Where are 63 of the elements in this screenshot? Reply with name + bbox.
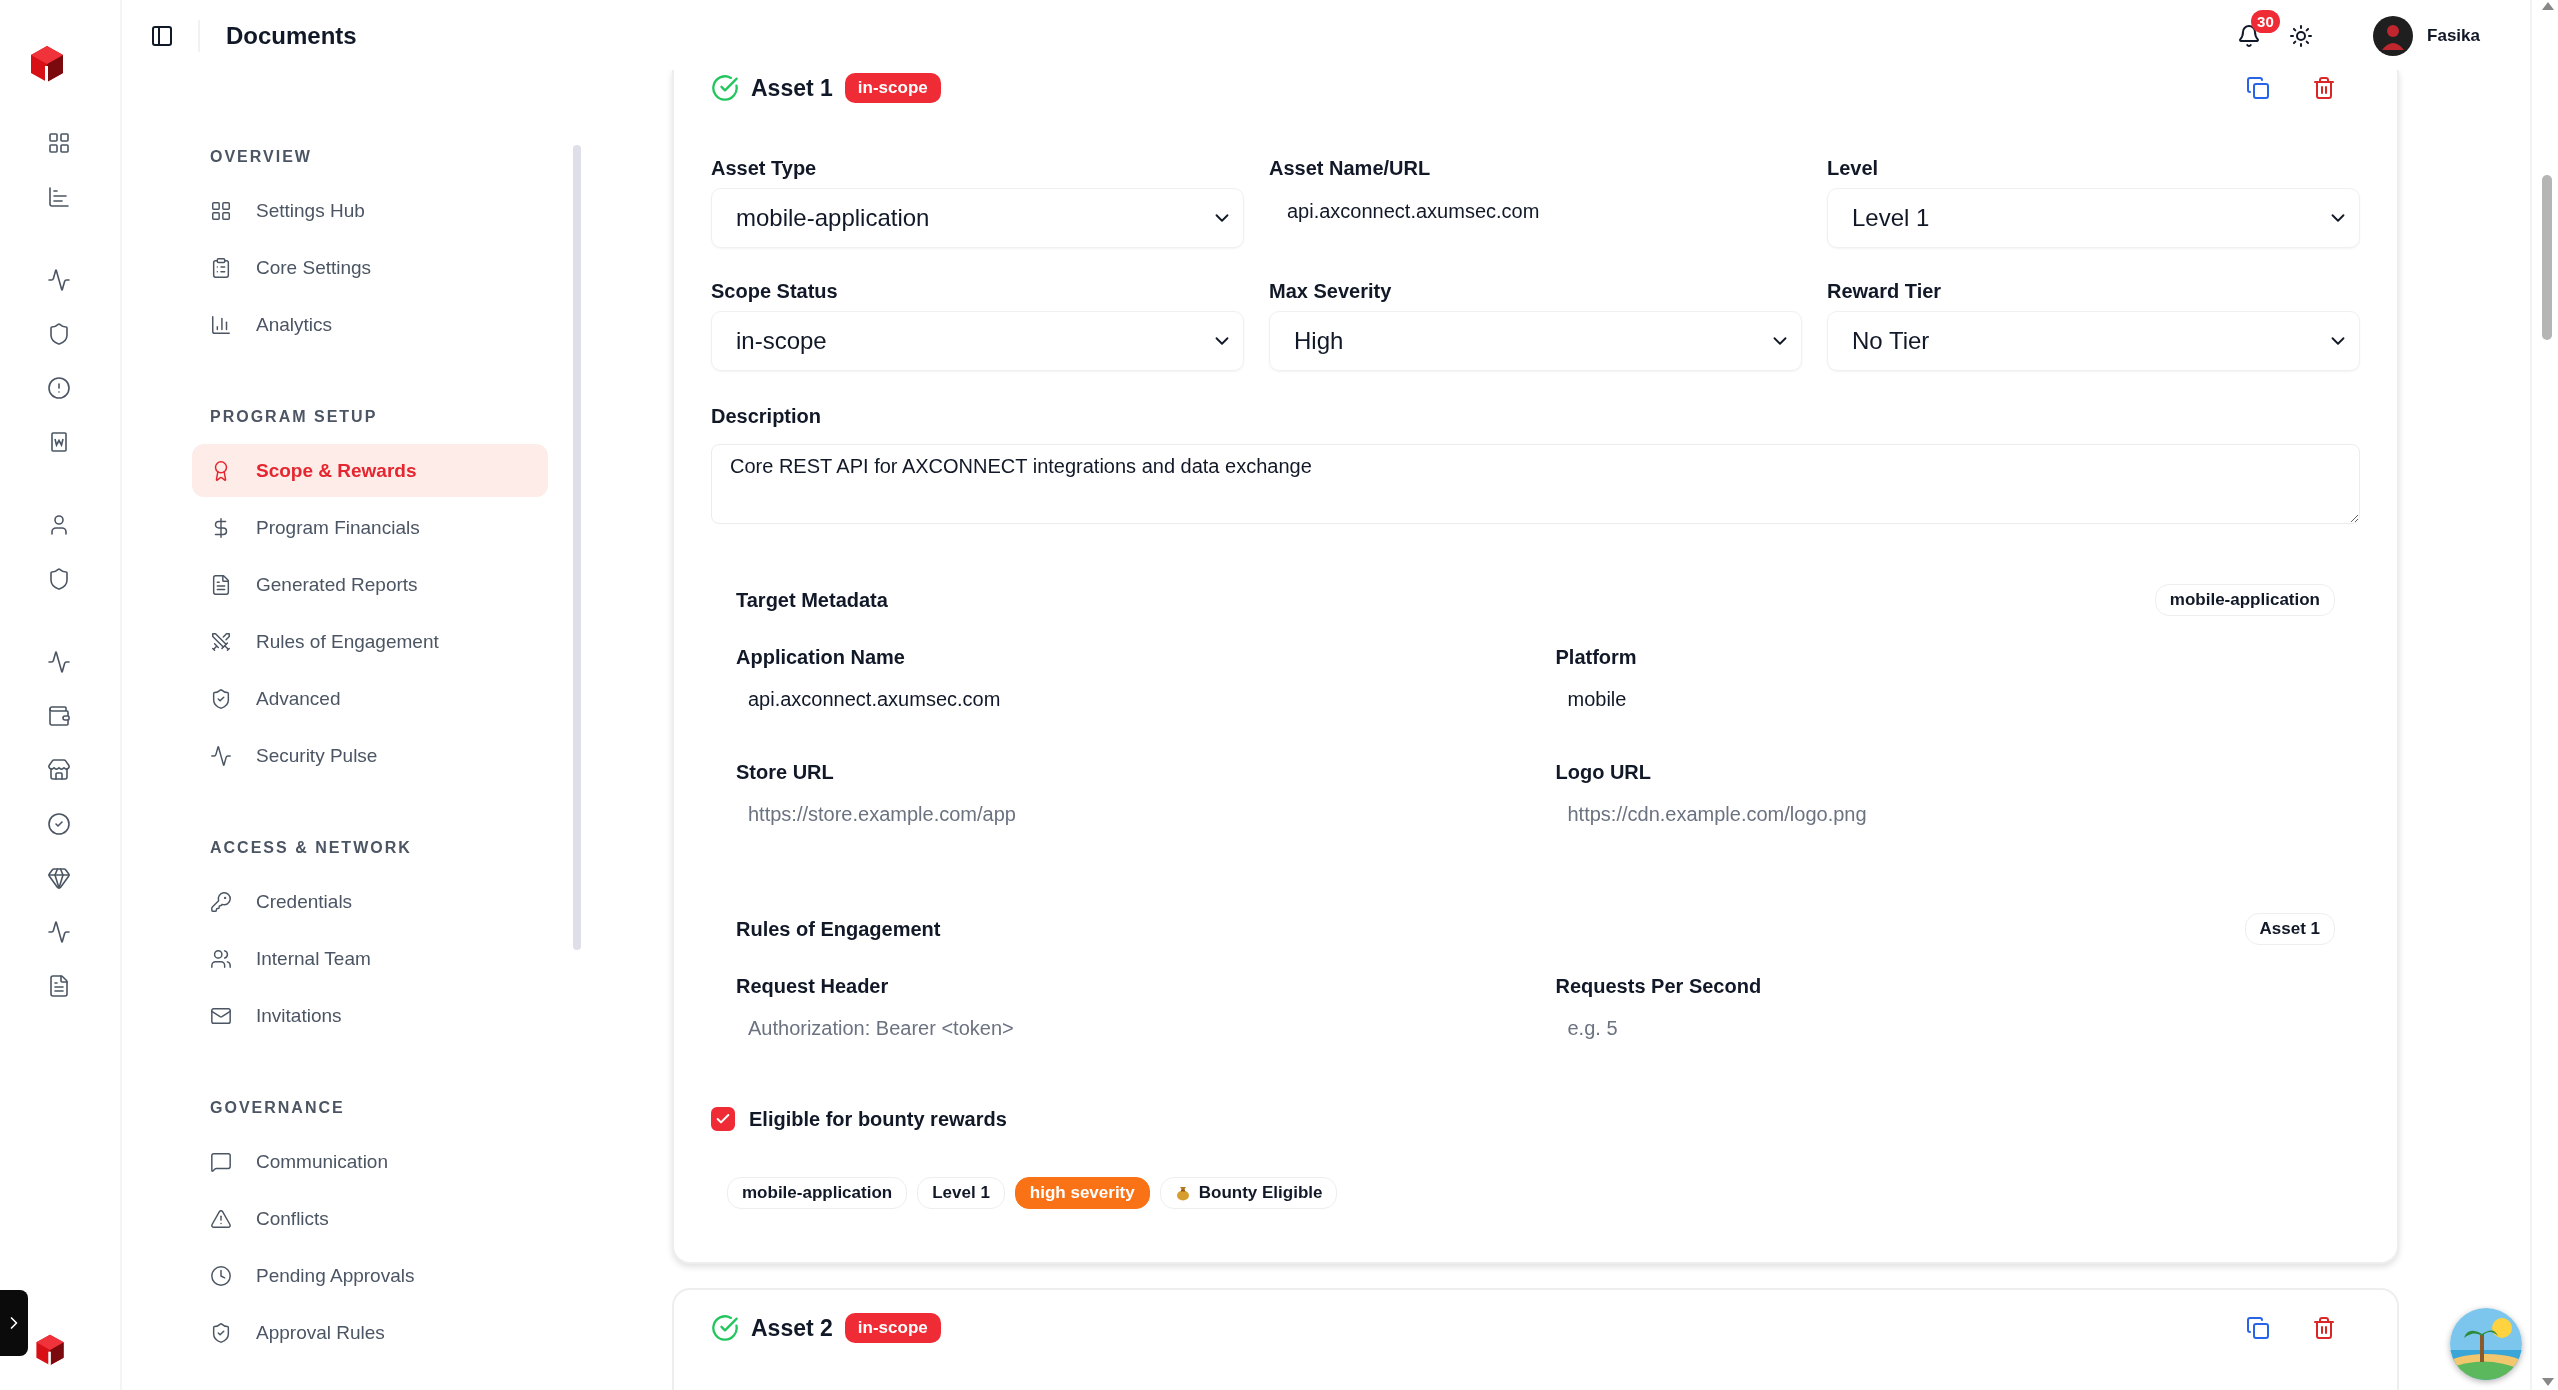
field-label: Request Header <box>736 975 890 998</box>
asset-title: Asset 1 <box>751 74 833 102</box>
sidebar-item[interactable]: Generated Reports <box>192 558 548 611</box>
text-field[interactable]: mobile <box>1555 677 2335 722</box>
user-name: Fasika <box>2427 26 2480 46</box>
field-label: Platform <box>1555 646 1638 669</box>
sidebar-item[interactable]: Pending Approvals <box>192 1249 548 1302</box>
tag: Bounty Eligible <box>1159 1177 1338 1209</box>
notifications-button[interactable]: 30 <box>2233 8 2284 52</box>
field-label: Reward Tier <box>1827 280 1943 303</box>
tag: Level 1 <box>917 1177 1005 1209</box>
page-title: Documents <box>226 22 357 50</box>
field-label: Asset Type <box>711 157 818 180</box>
checkbox-label: Eligible for bounty rewards <box>749 1107 1007 1131</box>
tag: mobile-application <box>727 1177 908 1209</box>
sidebar-item[interactable]: Program Financials <box>192 501 548 554</box>
field-label: Max Severity <box>1269 280 1393 303</box>
field-label: Store URL <box>736 761 835 784</box>
text-field[interactable]: e.g. 5 <box>1555 1006 2335 1051</box>
section-title: Rules of Engagement <box>736 917 941 941</box>
select-field[interactable]: No Tier <box>1827 311 2360 371</box>
field-label: Scope Status <box>711 280 839 303</box>
sidebar-item[interactable]: Scope & Rewards <box>192 444 548 497</box>
sidebar-item[interactable]: Security Pulse <box>192 729 548 782</box>
section-heading: OVERVIEW <box>209 147 313 167</box>
select-field[interactable]: mobile-application <box>711 188 1244 248</box>
sidebar-item[interactable]: Rules of Engagement <box>192 615 548 668</box>
status-badge: in-scope <box>844 73 941 103</box>
section-title: Target Metadata <box>736 588 888 612</box>
text-field[interactable]: https://store.example.com/app <box>736 792 1516 837</box>
text-field[interactable]: Authorization: Bearer <token> <box>736 1006 1516 1051</box>
text-field[interactable]: api.axconnect.axumsec.com <box>1269 188 1802 248</box>
section-heading: PROGRAM SETUP <box>209 407 379 427</box>
select-field[interactable]: in-scope <box>711 311 1244 371</box>
select-field[interactable]: High <box>1269 311 1802 371</box>
description-field[interactable]: Core REST API for AXCONNECT integrations and data exchange <box>711 444 2360 524</box>
field-label: Application Name <box>736 646 906 669</box>
notification-count: 30 <box>2251 10 2280 33</box>
sidebar-item[interactable]: Conflicts <box>192 1192 548 1245</box>
text-field[interactable]: https://cdn.example.com/logo.png <box>1555 792 2335 837</box>
text-field[interactable]: api.axconnect.axumsec.com <box>736 677 1516 722</box>
sidebar-item[interactable]: Analytics <box>192 298 548 351</box>
field-label: Asset Name/URL <box>1269 157 1432 180</box>
asset-title: Asset 2 <box>751 1314 833 1342</box>
tag: high severity <box>1014 1177 1150 1209</box>
field-label: Description <box>711 405 823 428</box>
section-tag: Asset 1 <box>2244 913 2335 945</box>
section-heading: GOVERNANCE <box>209 1098 346 1118</box>
sidebar-item[interactable]: Internal Team <box>192 932 548 985</box>
section-tag: mobile-application <box>2154 584 2335 616</box>
sidebar-item[interactable]: Approval Rules <box>192 1306 548 1359</box>
field-label: Logo URL <box>1555 761 1653 784</box>
field-label: Requests Per Second <box>1555 975 1763 998</box>
sidebar-item[interactable]: Credentials <box>192 875 548 928</box>
sidebar-item[interactable]: Core Settings <box>192 241 548 294</box>
sidebar-item[interactable]: Settings Hub <box>192 184 548 237</box>
select-field[interactable]: Level 1 <box>1827 188 2360 248</box>
sidebar-item[interactable]: Communication <box>192 1135 548 1188</box>
status-badge: in-scope <box>844 1313 941 1343</box>
sidebar-item[interactable]: Invitations <box>192 989 548 1042</box>
section-heading: ACCESS & NETWORK <box>209 838 413 858</box>
field-label: Level <box>1827 157 1880 180</box>
sidebar-item[interactable]: Advanced <box>192 672 548 725</box>
